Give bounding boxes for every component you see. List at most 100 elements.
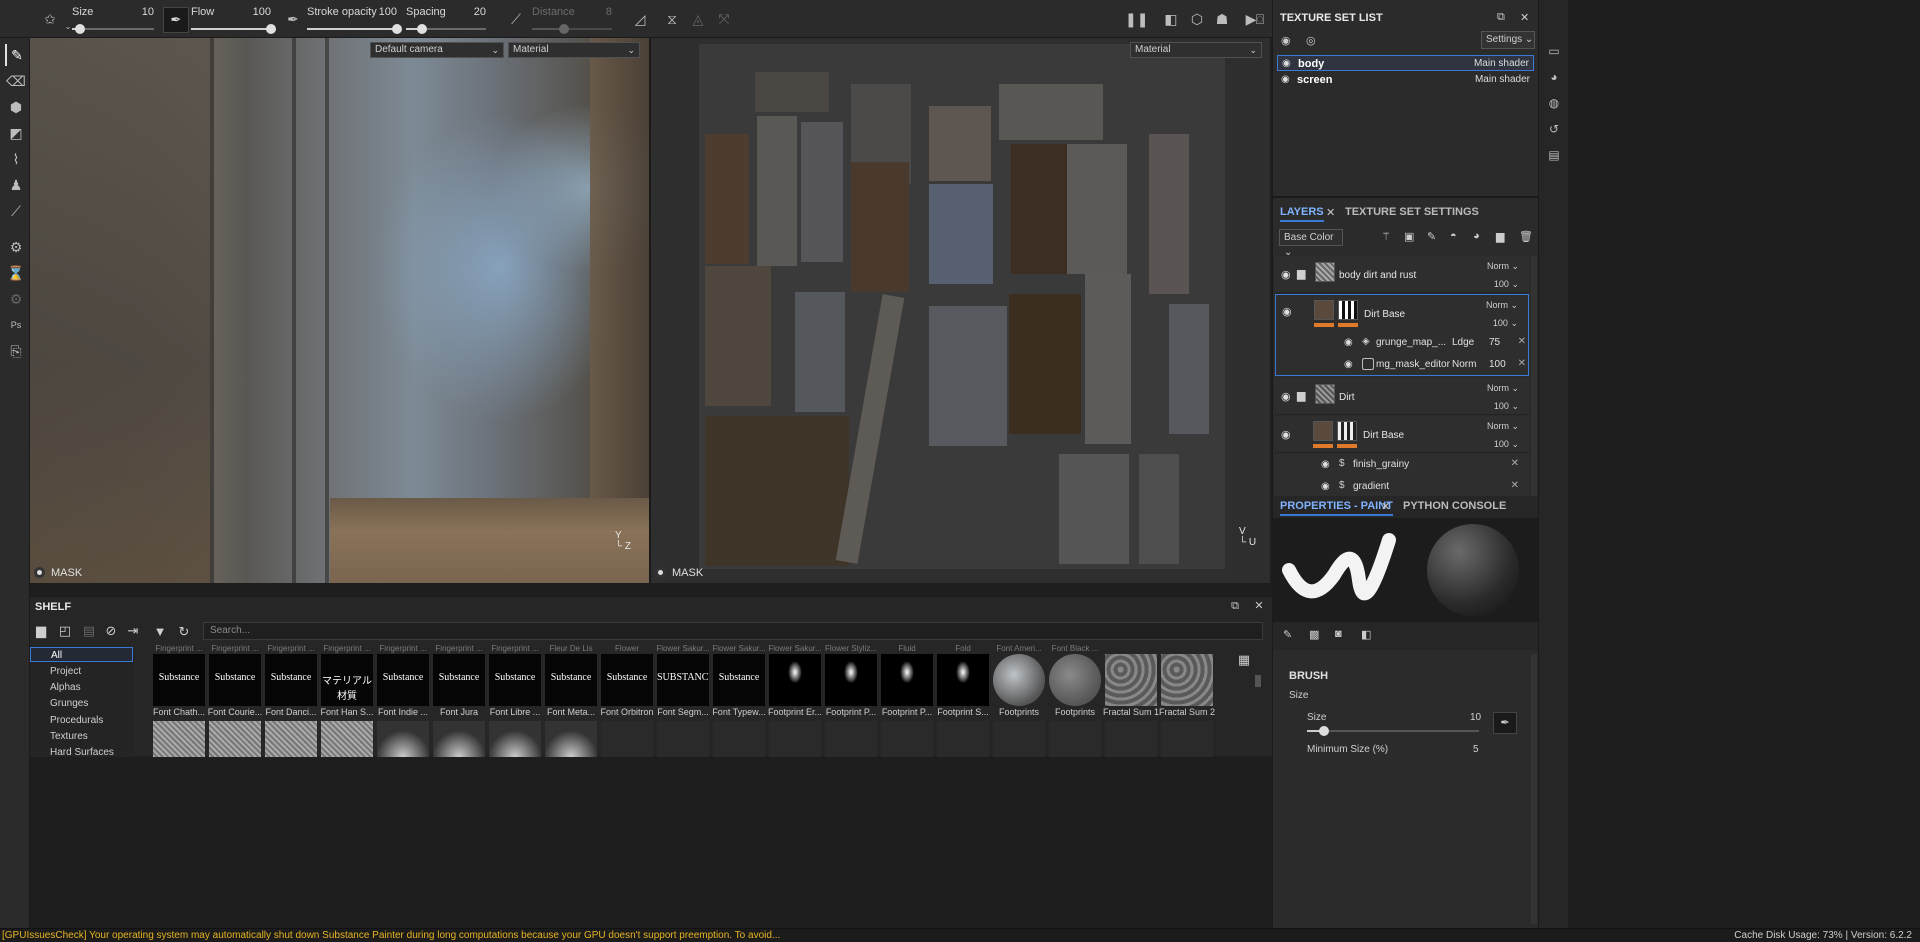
category-all[interactable]: All	[30, 647, 133, 662]
symmetry-icon[interactable]: ⧖	[662, 10, 682, 28]
shelf-item-thumbnail[interactable]: SUBSTANCE	[657, 654, 709, 706]
layer-name[interactable]: body dirt and rust	[1339, 270, 1416, 281]
category-textures[interactable]: Textures	[50, 729, 88, 744]
color-picker-icon[interactable]: ⟋	[5, 200, 27, 222]
stroke-opacity-slider[interactable]: Stroke opacity 100	[307, 4, 402, 34]
mask-effect-opacity[interactable]: 100	[1489, 359, 1506, 370]
new-folder-icon[interactable]: ◰	[56, 622, 74, 640]
mask-effect-blend[interactable]: Ldge	[1452, 337, 1474, 348]
texture-set-screen[interactable]: ◉ screen Main shader	[1277, 72, 1534, 88]
smudge-icon[interactable]: ⌇	[5, 148, 27, 170]
effect-row[interactable]: ◉ $ gradient ✕	[1275, 476, 1529, 498]
pen-pressure-button[interactable]: ✒	[163, 7, 189, 33]
spacing-value[interactable]: 20	[474, 6, 486, 18]
shelf-item-thumbnail[interactable]: Substance	[601, 654, 653, 706]
alignment-icon[interactable]: ◿	[630, 10, 650, 28]
settings-dropdown[interactable]: Settings ⌄	[1481, 31, 1535, 49]
eye-icon[interactable]: ◉	[1281, 72, 1290, 88]
category-project[interactable]: Project	[50, 664, 81, 679]
shelf-item-thumbnail[interactable]	[1161, 654, 1213, 706]
viewport-split-icon[interactable]: ◧	[1161, 10, 1181, 28]
mask-effect-row[interactable]: ◉ mg_mask_editor Norm 100 ✕	[1276, 354, 1530, 376]
shelf-item-thumbnail[interactable]	[713, 721, 765, 757]
layer-name[interactable]: Dirt Base	[1363, 430, 1404, 441]
brush-preset-icon[interactable]: ✩	[40, 10, 60, 28]
shelf-item-thumbnail[interactable]: Substance	[153, 654, 205, 706]
spacing-slider[interactable]: Spacing 20	[406, 4, 486, 34]
opacity-dropdown[interactable]: 100 ⌄	[1494, 439, 1519, 450]
blend-mode-dropdown[interactable]: Norm ⌄	[1487, 261, 1519, 272]
add-effect-icon[interactable]: ⚚	[1381, 230, 1391, 243]
shelf-item-thumbnail[interactable]	[377, 721, 429, 757]
distance-value[interactable]: 8	[606, 6, 612, 18]
panel-toggle-icon[interactable]: ▭	[1547, 44, 1561, 58]
shelf-item-thumbnail[interactable]	[153, 721, 205, 757]
gpu-warning-text[interactable]: [GPUIssuesCheck] Your operating system m…	[2, 930, 780, 941]
eye-icon[interactable]: ◎	[1306, 34, 1316, 47]
layer-row[interactable]: ◉ ▆ body dirt and rust Norm ⌄ 100 ⌄	[1275, 256, 1529, 293]
viewport-uv[interactable]: Material ⌄ MASK V └ U	[651, 38, 1270, 583]
close-icon[interactable]: ✕	[1518, 358, 1526, 369]
tab-texture-set-settings[interactable]: TEXTURE SET SETTINGS	[1345, 206, 1479, 218]
stroke-opacity-thumb[interactable]	[392, 24, 402, 34]
grid-view-icon[interactable]: ▦	[1235, 651, 1253, 669]
viewport-3d[interactable]: Default camera ⌄ Material ⌄ MASK Y └ Z	[30, 38, 649, 583]
float-panel-icon[interactable]: ⧉	[1497, 11, 1505, 24]
category-grunges[interactable]: Grunges	[50, 696, 88, 711]
layer-row[interactable]: ◉ Dirt Base Norm ⌄ 100 ⌄	[1275, 416, 1529, 453]
shader-settings-icon[interactable]: ◍	[1547, 96, 1561, 110]
close-icon[interactable]: ✕	[1518, 336, 1526, 347]
eye-icon[interactable]: ◉	[1344, 359, 1353, 370]
size-slider-thumb[interactable]	[75, 24, 86, 34]
shelf-item-thumbnail[interactable]: Substance	[489, 654, 541, 706]
mask-effect-opacity[interactable]: 75	[1489, 337, 1500, 348]
shelf-item-thumbnail[interactable]	[321, 721, 373, 757]
mask-effect-blend[interactable]: Norm	[1452, 359, 1476, 370]
opacity-dropdown[interactable]: 100 ⌄	[1494, 279, 1519, 290]
layer-name[interactable]: Dirt	[1339, 392, 1355, 403]
eye-icon[interactable]: ◉	[1344, 337, 1353, 348]
shelf-item-thumbnail[interactable]	[209, 721, 261, 757]
measure-icon[interactable]: ⌛	[5, 262, 27, 284]
export-icon[interactable]: ⎘	[5, 340, 27, 362]
size-pressure-button[interactable]: ✒	[1493, 712, 1517, 734]
min-size-value[interactable]: 5	[1473, 744, 1479, 755]
shelf-item-thumbnail[interactable]	[825, 721, 877, 757]
folder-icon[interactable]: ▆	[1297, 267, 1305, 280]
layers-scrollbar[interactable]	[1531, 256, 1537, 496]
shelf-item-thumbnail[interactable]	[489, 721, 541, 757]
history-icon[interactable]: ↺	[1547, 122, 1561, 136]
shelf-item-thumbnail[interactable]: マテリアル 材質	[321, 654, 373, 706]
screenshot-icon[interactable]: ⌼	[1250, 10, 1270, 28]
shelf-item-thumbnail[interactable]	[1049, 721, 1101, 757]
opacity-dropdown[interactable]: 100 ⌄	[1493, 318, 1518, 329]
opacity-dropdown[interactable]: 100 ⌄	[1494, 401, 1519, 412]
symmetry-mirror-icon[interactable]: ◬	[688, 10, 708, 28]
alpha-icon[interactable]: ◙	[1335, 628, 1342, 640]
hide-icon[interactable]: ⊘	[102, 622, 120, 640]
photoshop-icon[interactable]: Ps	[5, 314, 27, 336]
symmetry-radial-icon[interactable]: ⤧	[714, 10, 734, 28]
shelf-item-thumbnail[interactable]	[993, 721, 1045, 757]
stroke-opacity-value[interactable]: 100	[379, 6, 397, 18]
camera-dropdown[interactable]: Default camera ⌄	[370, 42, 504, 58]
shelf-item-thumbnail[interactable]	[265, 721, 317, 757]
add-smart-material-icon[interactable]: ◕	[1473, 230, 1480, 242]
tab-layers[interactable]: LAYERS	[1280, 206, 1324, 222]
shelf-item-thumbnail[interactable]	[1105, 654, 1157, 706]
bake-icon[interactable]: ⚙	[5, 236, 27, 258]
shelf-item-thumbnail[interactable]	[769, 721, 821, 757]
close-icon[interactable]: ✕	[1252, 599, 1266, 613]
lazy-mouse-icon[interactable]: ⟋	[506, 10, 526, 28]
shelf-item-thumbnail[interactable]	[825, 654, 877, 706]
mask-toggle-3d[interactable]: MASK	[34, 564, 82, 582]
paint-brush-icon[interactable]: ✎	[5, 44, 27, 66]
blend-mode-dropdown[interactable]: Norm ⌄	[1487, 383, 1519, 394]
category-alphas[interactable]: Alphas	[50, 680, 81, 695]
eye-icon[interactable]: ◉	[1282, 305, 1292, 318]
log-icon[interactable]: ▤	[1547, 148, 1561, 162]
texture-set-body[interactable]: ◉ body Main shader	[1277, 55, 1534, 71]
shelf-item-thumbnail[interactable]	[601, 721, 653, 757]
projection-icon[interactable]: ⬢	[5, 96, 27, 118]
brush-size-thumb[interactable]	[1319, 726, 1330, 736]
